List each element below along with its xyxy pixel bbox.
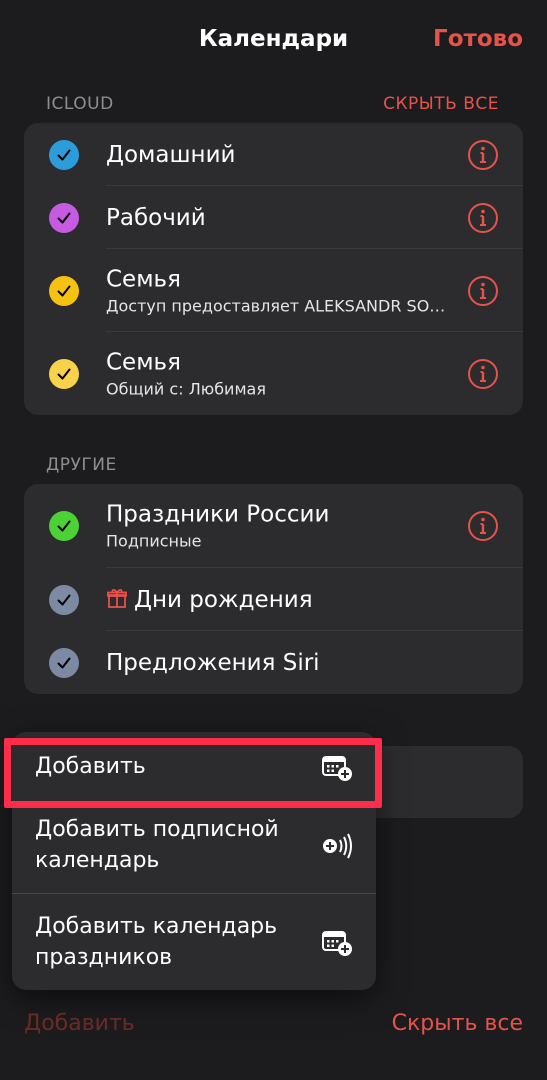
menu-item-label: Добавить календарь праздников — [35, 914, 278, 970]
calendar-title: Праздники России — [106, 501, 330, 528]
calendar-row-holidays[interactable]: Праздники России Подписные — [24, 484, 523, 568]
calendar-title: Предложения Siri — [106, 649, 320, 676]
info-icon[interactable] — [467, 275, 499, 307]
calendar-subtitle: Подписные — [106, 531, 202, 551]
calendar-row-text: Предложения Siri — [106, 650, 453, 676]
other-calendar-list: Праздники России Подписные Дни рождения … — [24, 484, 523, 694]
other-section-header: ДРУГИЕ — [46, 455, 117, 475]
hide-all-icloud-button[interactable]: СКРЫТЬ ВСЕ — [383, 94, 499, 114]
calendar-title: Домашний — [106, 141, 236, 168]
calendar-title: Семья — [106, 266, 181, 292]
calendar-title: Дни рождения — [134, 586, 313, 613]
calendar-row-siri-suggestions[interactable]: Предложения Siri — [24, 631, 523, 694]
checkmark-icon[interactable] — [49, 139, 79, 170]
menu-item-label: Добавить — [35, 754, 146, 779]
calendar-row-work[interactable]: Рабочий — [24, 186, 523, 249]
info-icon[interactable] — [467, 358, 499, 390]
checkmark-icon[interactable] — [49, 511, 79, 541]
add-calendar-button[interactable]: Добавить — [24, 1011, 135, 1036]
calendar-row-birthdays[interactable]: Дни рождения — [24, 568, 523, 631]
calendar-title: Семья — [106, 349, 181, 375]
calendar-row-text: Дни рождения — [106, 587, 453, 613]
info-icon[interactable] — [467, 139, 499, 171]
info-icon[interactable] — [467, 202, 499, 234]
calendar-row-home[interactable]: Домашний — [24, 123, 523, 186]
calendar-add-icon — [322, 931, 352, 956]
calendar-title: Рабочий — [106, 204, 206, 231]
checkmark-icon[interactable] — [49, 358, 79, 389]
menu-item-add[interactable]: Добавить — [12, 732, 376, 800]
menu-item-add-holidays[interactable]: Добавить календарь праздников — [12, 894, 376, 990]
calendar-row-text: Рабочий — [106, 205, 453, 231]
icloud-section-header: ICLOUD — [46, 94, 114, 114]
calendar-row-text: Домашний — [106, 142, 453, 168]
calendars-screen: Календари Готово ICLOUD СКРЫТЬ ВСЕ Домаш… — [0, 0, 547, 1080]
calendar-row-text: Семья Общий с: Любимая — [106, 349, 453, 398]
checkmark-icon[interactable] — [49, 647, 79, 678]
calendar-row-family-beloved[interactable]: Семья Общий с: Любимая — [24, 332, 523, 415]
hide-all-button[interactable]: Скрыть все — [392, 1011, 523, 1036]
menu-item-add-subscribed[interactable]: Добавить подписной календарь — [12, 800, 376, 892]
calendar-add-icon — [322, 756, 352, 781]
checkmark-icon[interactable] — [49, 584, 79, 615]
calendar-row-text: Праздники России Подписные — [106, 502, 453, 551]
icloud-calendar-list: Домашний Рабочий Семья Доступ предоставл… — [24, 123, 523, 415]
checkmark-icon[interactable] — [49, 275, 79, 306]
gift-icon — [107, 588, 127, 608]
done-button[interactable]: Готово — [433, 26, 523, 52]
info-icon[interactable] — [467, 510, 499, 542]
calendar-subtitle: Доступ предоставляет ALEKSANDR SO… — [106, 296, 446, 315]
calendar-title-wrap: Дни рождения — [106, 587, 453, 613]
checkmark-icon[interactable] — [49, 202, 79, 233]
calendar-row-family-shared[interactable]: Семья Доступ предоставляет ALEKSANDR SO… — [24, 249, 523, 332]
subscribe-broadcast-icon — [323, 833, 352, 859]
calendar-subtitle: Общий с: Любимая — [106, 379, 266, 398]
add-menu-popup: Добавить Добавить подписной календарь До… — [12, 732, 376, 990]
calendar-row-text: Семья Доступ предоставляет ALEKSANDR SO… — [106, 266, 453, 315]
menu-item-label: Добавить подписной календарь — [35, 817, 279, 873]
